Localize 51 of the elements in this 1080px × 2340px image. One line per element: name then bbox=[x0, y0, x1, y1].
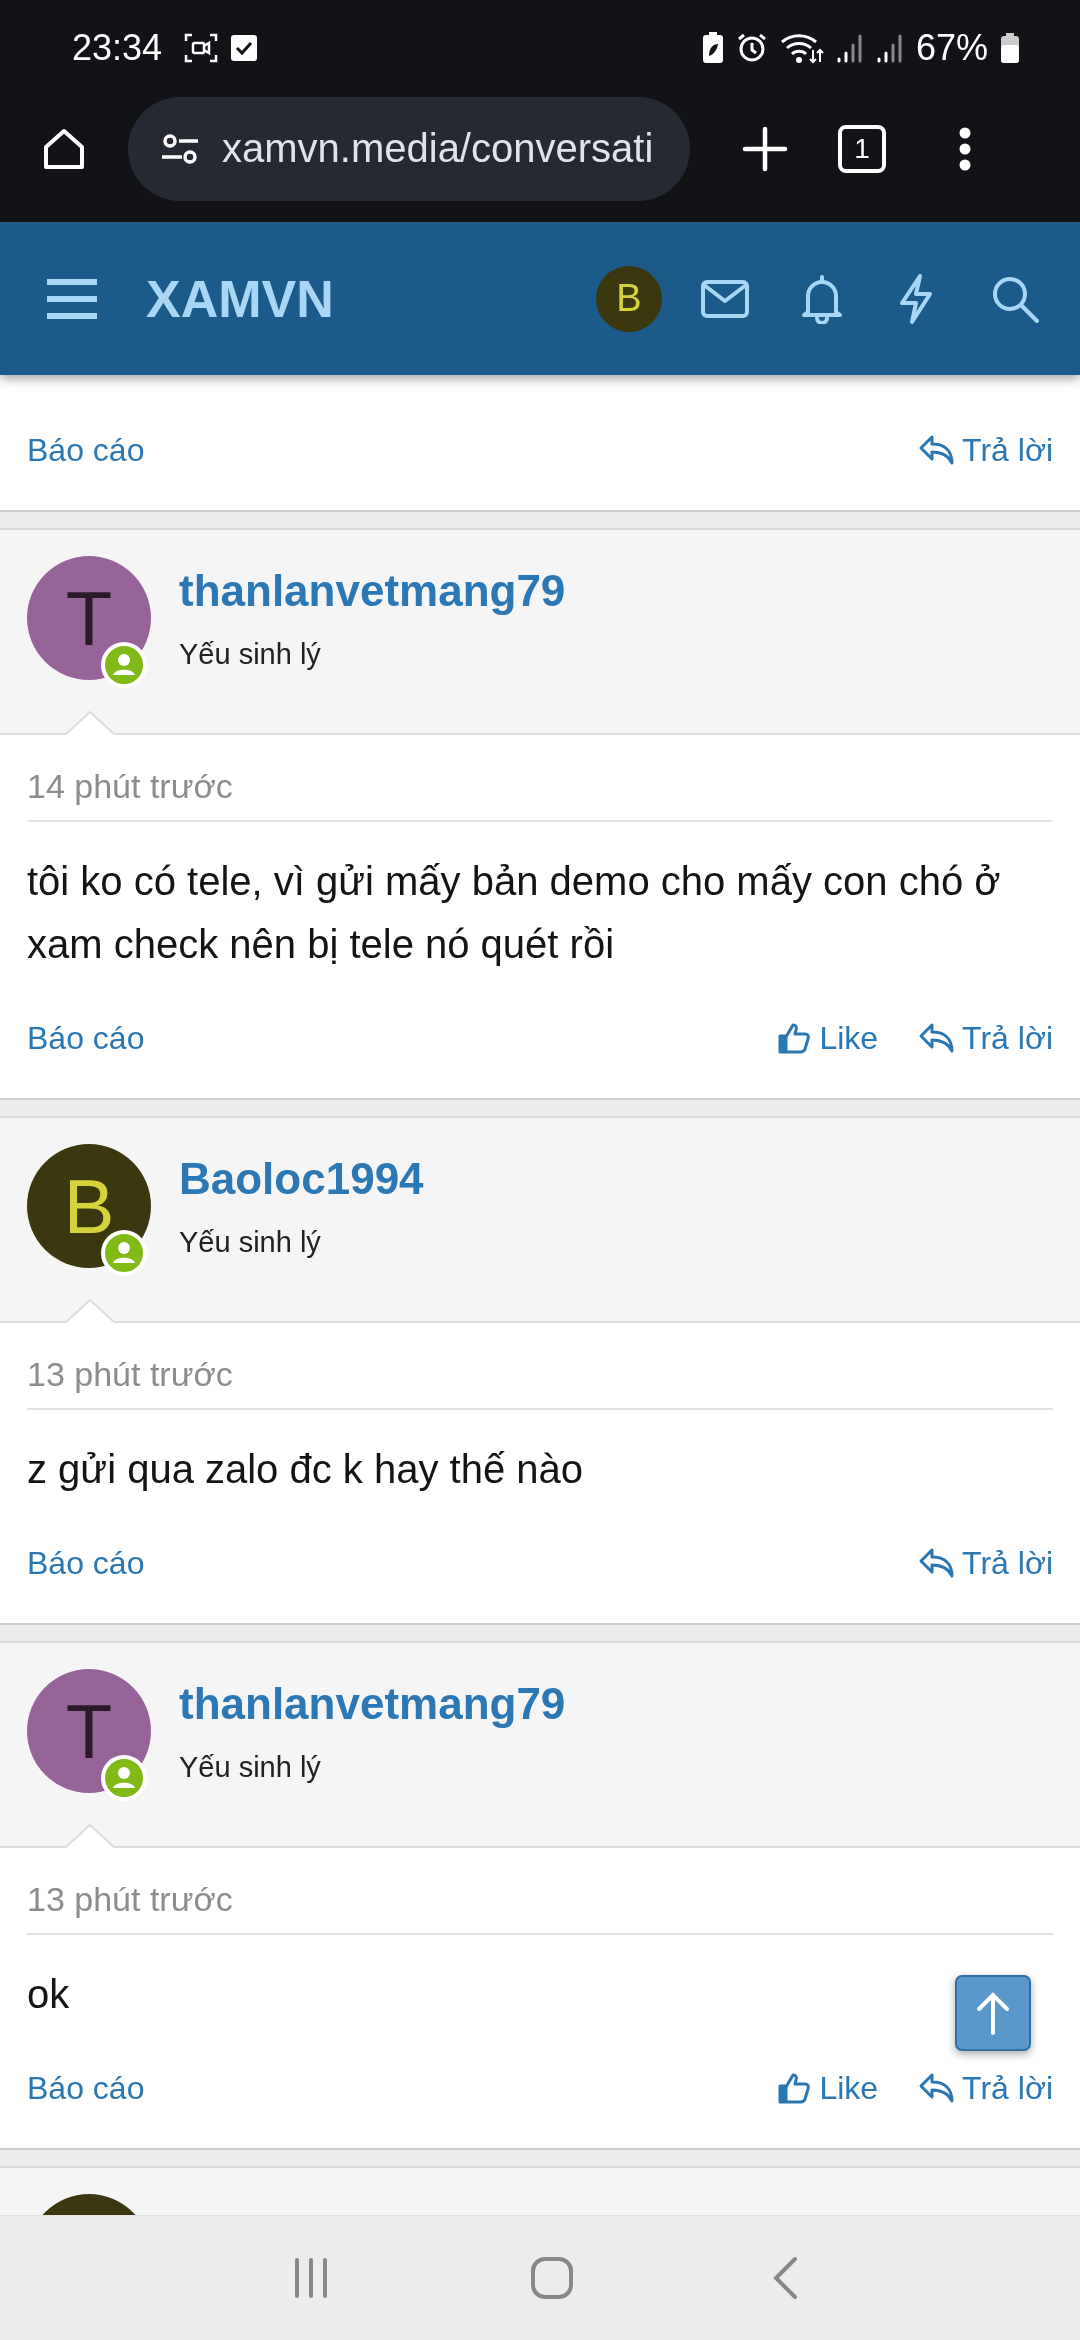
post-time[interactable]: 13 phút trước bbox=[27, 1323, 1053, 1410]
user-avatar[interactable]: B bbox=[27, 1144, 151, 1268]
home-button-icon[interactable] bbox=[530, 2256, 574, 2300]
user-title: Yếu sinh lý bbox=[179, 638, 322, 671]
report-link[interactable]: Báo cáo bbox=[27, 1019, 145, 1057]
user-avatar[interactable]: T bbox=[27, 1669, 151, 1793]
thumbs-up-icon bbox=[777, 1021, 812, 1055]
message-text: ok bbox=[27, 1971, 70, 2018]
battery-percent: 67% bbox=[915, 26, 988, 69]
username-link[interactable]: thanlanvetmang79 bbox=[179, 1679, 566, 1729]
menu-icon[interactable] bbox=[44, 276, 100, 321]
site-logo[interactable]: XAMVN bbox=[146, 268, 334, 329]
username-link[interactable]: thanlanvetmang79 bbox=[179, 566, 566, 616]
report-link[interactable]: Báo cáo bbox=[27, 1544, 145, 1582]
report-link[interactable]: Báo cáo bbox=[27, 431, 145, 469]
screen-record-icon bbox=[184, 32, 219, 63]
address-bar[interactable]: xamvn.media/conversati bbox=[128, 96, 690, 201]
reply-button[interactable]: Trả lời bbox=[918, 431, 1053, 469]
reply-icon bbox=[918, 434, 955, 466]
user-avatar[interactable]: B bbox=[596, 265, 662, 332]
username-link[interactable]: Baoloc1994 bbox=[179, 1154, 424, 1204]
reply-button[interactable]: Trả lời bbox=[918, 2069, 1053, 2107]
mail-icon[interactable] bbox=[700, 277, 750, 320]
wifi-icon bbox=[779, 31, 824, 64]
like-button[interactable]: Like bbox=[777, 1019, 879, 1057]
tab-count-button[interactable]: 1 bbox=[838, 124, 886, 173]
reply-button[interactable]: Trả lời bbox=[918, 1544, 1053, 1582]
battery-saver-icon bbox=[701, 31, 724, 64]
like-button[interactable]: Like bbox=[777, 2069, 879, 2107]
report-link[interactable]: Báo cáo bbox=[27, 2069, 145, 2107]
url-text[interactable]: xamvn.media/conversati bbox=[222, 126, 654, 171]
user-title: Yếu sinh lý bbox=[179, 1226, 322, 1259]
user-title: Yếu sinh lý bbox=[179, 1751, 322, 1784]
post-time[interactable]: 14 phút trước bbox=[27, 735, 1053, 822]
plus-icon[interactable] bbox=[742, 125, 788, 172]
bell-icon[interactable] bbox=[800, 273, 844, 324]
reply-icon bbox=[918, 1022, 955, 1054]
reply-icon bbox=[918, 1547, 955, 1579]
reply-button[interactable]: Trả lời bbox=[918, 1019, 1053, 1057]
more-icon[interactable] bbox=[958, 126, 972, 171]
message-text: z gửi qua zalo đc k hay thế nào bbox=[27, 1446, 583, 1493]
alarm-clock-icon bbox=[735, 31, 768, 64]
user-avatar[interactable]: T bbox=[27, 556, 151, 680]
thumbs-up-icon bbox=[777, 2071, 812, 2105]
message-text: tôi ko có tele, vì gửi mấy bản demo cho mấy con chó ở xam check nên bị tele nó quét rồi bbox=[27, 858, 1002, 968]
checkbox-icon bbox=[230, 33, 259, 62]
scroll-top-button[interactable] bbox=[955, 1975, 1031, 2051]
post-time[interactable]: 13 phút trước bbox=[27, 1848, 1053, 1935]
battery-icon bbox=[1000, 31, 1020, 64]
clock: 23:34 bbox=[72, 26, 163, 69]
reply-icon bbox=[918, 2072, 955, 2104]
